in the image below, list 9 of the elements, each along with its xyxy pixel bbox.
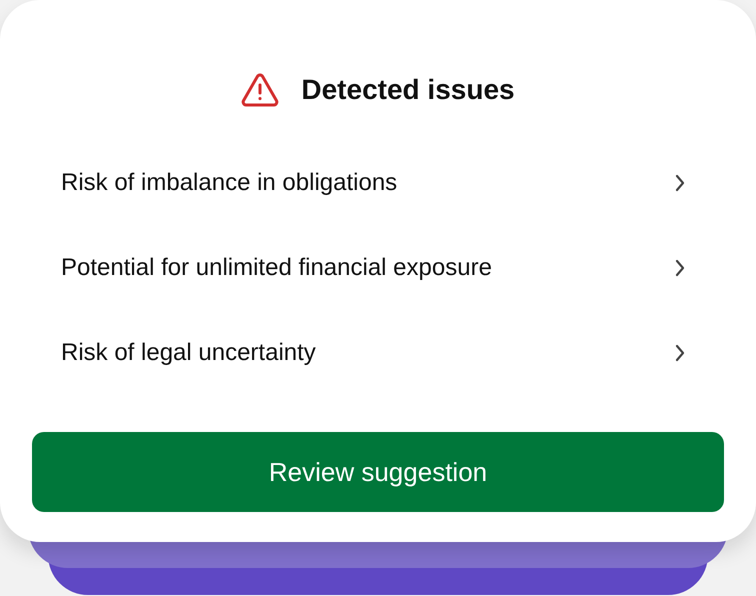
- chevron-right-icon: [674, 342, 686, 362]
- review-suggestion-button[interactable]: Review suggestion: [32, 432, 724, 512]
- warning-icon: [241, 73, 280, 107]
- dialog-title: Detected issues: [301, 73, 515, 107]
- issue-item[interactable]: Risk of legal uncertainty: [0, 310, 756, 395]
- chevron-right-icon: [674, 258, 686, 278]
- issue-item[interactable]: Potential for unlimited financial exposure: [0, 225, 756, 310]
- chevron-right-icon: [674, 172, 686, 192]
- issue-item[interactable]: Risk of imbalance in obligations: [0, 140, 756, 225]
